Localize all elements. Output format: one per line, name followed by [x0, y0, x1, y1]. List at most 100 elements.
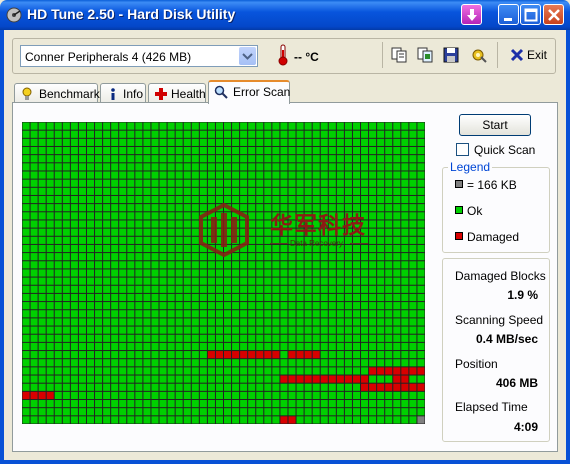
scan-block-ok	[385, 261, 393, 269]
scan-block-ok	[369, 326, 377, 334]
scan-block-ok	[86, 212, 95, 220]
scan-block-ok	[207, 359, 215, 367]
scan-block-ok	[191, 163, 199, 171]
quick-scan-checkbox[interactable]	[456, 143, 469, 156]
scan-block-ok	[264, 302, 272, 310]
scan-block-ok	[256, 416, 264, 424]
scan-block-ok	[336, 155, 344, 163]
scan-block-ok	[393, 163, 401, 171]
scan-block-ok	[70, 400, 78, 408]
scan-block-ok	[377, 195, 385, 204]
scan-block-ok	[352, 391, 361, 400]
scan-block-ok	[103, 138, 111, 146]
scan-block-ok	[183, 359, 191, 367]
scan-block-ok	[46, 269, 54, 277]
start-button[interactable]: Start	[459, 114, 531, 136]
scan-block-ok	[86, 383, 95, 391]
scan-block-ok	[127, 302, 135, 310]
drive-select[interactable]: Conner Peripherals 4 (426 MB)	[20, 45, 258, 67]
scan-block-ok	[167, 236, 175, 244]
scan-block-ok	[320, 326, 328, 334]
save-icon[interactable]	[442, 46, 460, 64]
scan-block-ok	[175, 318, 183, 326]
scan-block-ok	[46, 310, 54, 318]
scan-block-ok	[111, 416, 119, 424]
scan-block-ok	[280, 130, 288, 138]
scan-block-ok	[312, 367, 320, 375]
scan-block-ok	[199, 359, 207, 367]
scan-block-ok	[95, 253, 103, 261]
scan-block-ok	[248, 187, 256, 195]
scan-block-ok	[183, 293, 191, 302]
title-bar[interactable]: HD Tune 2.50 - Hard Disk Utility	[0, 0, 570, 30]
tab-benchmark[interactable]: Benchmark	[14, 83, 100, 103]
scan-block-ok	[111, 228, 119, 236]
scan-block-ok	[296, 342, 304, 351]
scan-block-ok	[62, 359, 70, 367]
scan-block-ok	[264, 318, 272, 326]
scan-block-ok	[328, 310, 336, 318]
chevron-down-icon[interactable]	[239, 47, 256, 65]
scan-block-ok	[70, 122, 78, 130]
scan-block-ok	[377, 302, 385, 310]
scan-block-ok	[272, 138, 280, 146]
scan-block-ok	[191, 261, 199, 269]
tab-health[interactable]: Health	[148, 83, 206, 103]
scan-block-ok	[344, 269, 352, 277]
scan-block-ok	[361, 391, 369, 400]
scan-block-ok	[369, 138, 377, 146]
scan-block-ok	[135, 122, 143, 130]
tab-error-scan[interactable]: Error Scan	[208, 80, 290, 104]
scan-block-ok	[175, 122, 183, 130]
scan-block-ok	[215, 391, 223, 400]
scan-block-ok	[401, 244, 409, 253]
minimize-button[interactable]	[498, 4, 519, 25]
scan-block-ok	[328, 138, 336, 146]
tab-info[interactable]: Info	[100, 83, 146, 103]
scan-block-ok	[95, 359, 103, 367]
copy-screenshot-icon[interactable]	[416, 46, 434, 64]
scan-block-ok	[401, 228, 409, 236]
scan-block-ok	[199, 269, 207, 277]
close-button[interactable]	[543, 4, 564, 25]
scan-block-ok	[248, 326, 256, 334]
scan-block-ok	[46, 130, 54, 138]
scan-block-damaged	[272, 351, 280, 359]
scan-block-ok	[393, 277, 401, 285]
scan-block-ok	[127, 244, 135, 253]
scan-block-ok	[70, 187, 78, 195]
scan-block-ok	[135, 383, 143, 391]
scan-block-ok	[361, 269, 369, 277]
scan-block-damaged	[361, 375, 369, 383]
scan-block-ok	[336, 261, 344, 269]
scan-block-ok	[46, 179, 54, 187]
scan-block-ok	[30, 244, 38, 253]
scan-block-ok	[232, 326, 240, 334]
scan-block-ok	[175, 359, 183, 367]
exit-button[interactable]: Exit	[507, 46, 547, 64]
scan-block-ok	[159, 269, 167, 277]
scan-block-ok	[215, 130, 223, 138]
scan-block-ok	[207, 269, 215, 277]
scan-block-ok	[328, 351, 336, 359]
scan-block-ok	[256, 359, 264, 367]
scan-block-ok	[143, 310, 151, 318]
scan-block-ok	[272, 146, 280, 155]
scan-block-ok	[232, 318, 240, 326]
scan-block-ok	[385, 130, 393, 138]
scan-block-ok	[344, 285, 352, 293]
copy-info-icon[interactable]	[390, 46, 408, 64]
scan-block-ok	[54, 334, 62, 342]
scan-block-ok	[272, 285, 280, 293]
scan-block-ok	[409, 146, 417, 155]
scan-block-ok	[401, 122, 409, 130]
scan-block-ok	[280, 155, 288, 163]
scan-block-ok	[62, 375, 70, 383]
scan-block-ok	[30, 277, 38, 285]
maximize-button[interactable]	[520, 4, 541, 25]
download-button[interactable]	[461, 4, 482, 25]
options-icon[interactable]	[470, 46, 488, 64]
scan-block-ok	[256, 146, 264, 155]
scan-block-ok	[328, 261, 336, 269]
quick-scan-label[interactable]: Quick Scan	[474, 143, 535, 157]
